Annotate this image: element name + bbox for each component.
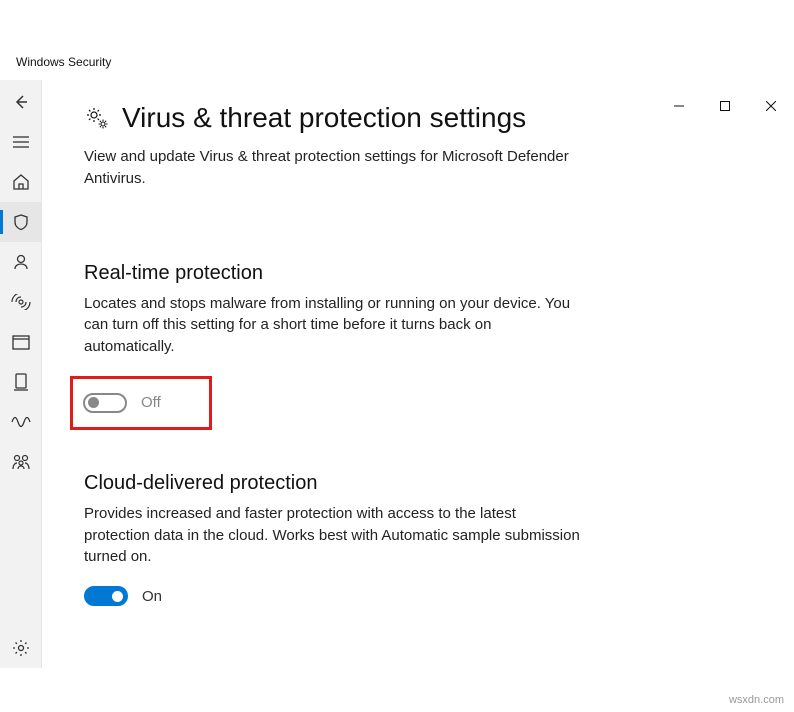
realtime-toggle-highlight: Off (70, 376, 212, 430)
sidebar-item-firewall[interactable] (0, 282, 42, 322)
sidebar-item-settings[interactable] (0, 628, 42, 668)
sidebar-item-home[interactable] (0, 162, 42, 202)
cloud-protection-title: Cloud-delivered protection (84, 472, 754, 495)
back-button[interactable] (0, 82, 42, 122)
menu-button[interactable] (0, 122, 42, 162)
realtime-toggle-label: Off (141, 394, 161, 411)
sidebar-item-app-browser[interactable] (0, 322, 42, 362)
settings-gear-icon (84, 105, 110, 131)
sidebar (0, 80, 42, 668)
realtime-protection-toggle[interactable] (83, 393, 127, 413)
maximize-button[interactable] (702, 88, 748, 124)
cloud-toggle-label: On (142, 588, 162, 605)
cloud-protection-description: Provides increased and faster protection… (84, 503, 584, 568)
minimize-button[interactable] (656, 88, 702, 124)
sidebar-item-virus-threat[interactable] (0, 202, 42, 242)
sidebar-item-device-performance[interactable] (0, 402, 42, 442)
close-button[interactable] (748, 88, 794, 124)
sidebar-item-device-security[interactable] (0, 362, 42, 402)
watermark: wsxdn.com (729, 694, 784, 706)
realtime-protection-description: Locates and stops malware from installin… (84, 293, 584, 358)
sidebar-item-account[interactable] (0, 242, 42, 282)
sidebar-item-family[interactable] (0, 442, 42, 482)
realtime-protection-title: Real-time protection (84, 262, 754, 285)
page-title: Virus & threat protection settings (122, 102, 526, 134)
page-description: View and update Virus & threat protectio… (84, 146, 584, 190)
cloud-protection-toggle[interactable] (84, 586, 128, 606)
window-title: Windows Security (16, 55, 111, 69)
main-content: Virus & threat protection settings View … (42, 80, 794, 668)
